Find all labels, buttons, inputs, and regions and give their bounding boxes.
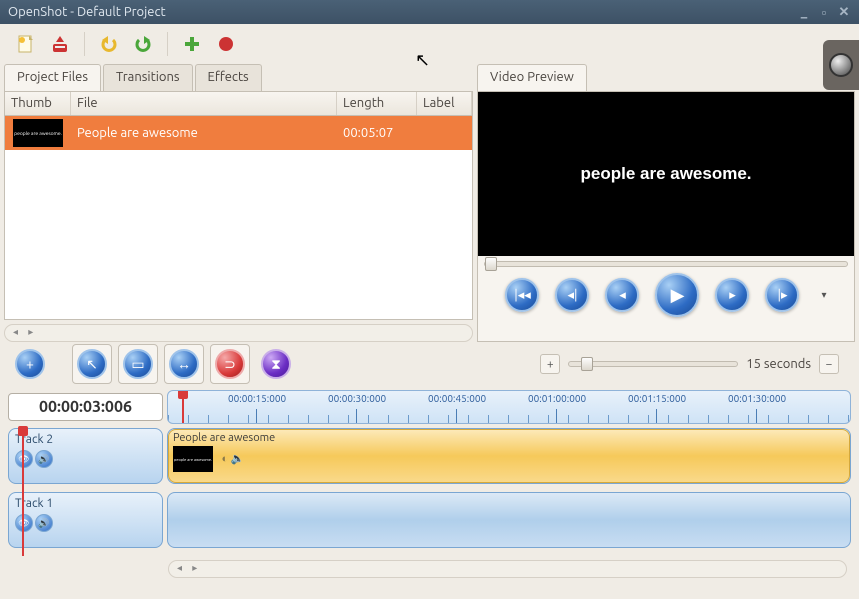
timeline-ruler[interactable]: 00:00:15:000 00:00:30:000 00:00:45:000 00:0… bbox=[167, 390, 851, 424]
timeline-scrollbar[interactable] bbox=[168, 560, 847, 578]
seek-start-button[interactable]: |◂◂ bbox=[505, 278, 539, 312]
import-file-button[interactable] bbox=[46, 31, 74, 57]
redo-button[interactable] bbox=[129, 31, 157, 57]
track-name: Track 1 bbox=[15, 497, 156, 510]
play-button[interactable]: ▶ bbox=[655, 273, 699, 317]
clip-effects-icons: ◐ 🔈 bbox=[222, 452, 245, 465]
marker-tool[interactable]: ⧗ bbox=[256, 344, 296, 384]
file-name: People are awesome bbox=[71, 126, 337, 140]
new-project-button[interactable] bbox=[12, 31, 40, 57]
undo-button[interactable] bbox=[95, 31, 123, 57]
files-scrollbar[interactable] bbox=[4, 324, 473, 342]
seek-end-button[interactable]: |▸ bbox=[765, 278, 799, 312]
playhead[interactable] bbox=[22, 428, 24, 556]
tab-video-preview[interactable]: Video Preview bbox=[477, 64, 587, 91]
file-row[interactable]: people are awesome. People are awesome 0… bbox=[5, 116, 472, 150]
prev-frame-button[interactable]: ◂| bbox=[555, 278, 589, 312]
maximize-button[interactable]: ▫ bbox=[817, 5, 831, 19]
track-lane-1[interactable] bbox=[167, 492, 851, 548]
record-button[interactable] bbox=[212, 31, 240, 57]
snap-tool[interactable]: ⊃ bbox=[210, 344, 250, 384]
clip-title: People are awesome bbox=[173, 432, 845, 444]
current-time: 00:00:03:006 bbox=[8, 393, 163, 421]
fast-forward-button[interactable]: ▸ bbox=[715, 278, 749, 312]
ruler-tick: 00:01:15:000 bbox=[628, 393, 686, 404]
track-name: Track 2 bbox=[15, 433, 156, 446]
ruler-tick: 00:00:15:000 bbox=[228, 393, 286, 404]
razor-tool[interactable]: ▭ bbox=[118, 344, 158, 384]
zoom-out-button[interactable]: − bbox=[819, 354, 839, 374]
add-track-button[interactable]: + bbox=[10, 344, 50, 384]
ruler-tick: 00:00:45:000 bbox=[428, 393, 486, 404]
tab-project-files[interactable]: Project Files bbox=[4, 64, 101, 91]
ruler-tick: 00:01:30:000 bbox=[728, 393, 786, 404]
window-title: OpenShot - Default Project bbox=[8, 5, 166, 19]
clip-people-are-awesome[interactable]: People are awesome people are awesome. ◐… bbox=[168, 429, 850, 483]
ruler-tick: 00:01:00:000 bbox=[528, 393, 586, 404]
ruler-tick: 00:00:30:000 bbox=[328, 393, 386, 404]
zoom-slider[interactable] bbox=[568, 361, 738, 367]
col-file[interactable]: File bbox=[71, 92, 337, 115]
col-label[interactable]: Label bbox=[417, 92, 472, 115]
track-audio-icon[interactable]: 🔊 bbox=[35, 514, 53, 532]
pointer-tool[interactable]: ↖ bbox=[72, 344, 112, 384]
zoom-in-button[interactable]: + bbox=[540, 354, 560, 374]
track-lane-2[interactable]: People are awesome people are awesome. ◐… bbox=[167, 428, 851, 484]
zoom-label: 15 seconds bbox=[746, 357, 811, 371]
track-header-1[interactable]: Track 1 👁 🔊 bbox=[8, 492, 163, 548]
file-thumb: people are awesome. bbox=[13, 119, 63, 147]
tab-effects[interactable]: Effects bbox=[195, 64, 262, 91]
side-widget[interactable] bbox=[823, 40, 859, 90]
file-length: 00:05:07 bbox=[337, 126, 417, 140]
seek-thumb[interactable] bbox=[485, 257, 497, 271]
preview-seek-slider[interactable] bbox=[478, 256, 854, 272]
track-audio-icon[interactable]: 🔊 bbox=[35, 450, 53, 468]
clip-thumb: people are awesome. bbox=[173, 446, 213, 472]
add-button[interactable] bbox=[178, 31, 206, 57]
track-visible-icon[interactable]: 👁 bbox=[15, 450, 33, 468]
rewind-button[interactable]: ◂ bbox=[605, 278, 639, 312]
track-header-2[interactable]: Track 2 👁 🔊 bbox=[8, 428, 163, 484]
track-visible-icon[interactable]: 👁 bbox=[15, 514, 33, 532]
preview-options-dropdown[interactable]: ▾ bbox=[821, 289, 826, 301]
tab-transitions[interactable]: Transitions bbox=[103, 64, 193, 91]
resize-tool[interactable]: ↔ bbox=[164, 344, 204, 384]
video-canvas: people are awesome. bbox=[478, 92, 854, 256]
col-length[interactable]: Length bbox=[337, 92, 417, 115]
zoom-thumb[interactable] bbox=[581, 357, 593, 371]
close-button[interactable]: ✕ bbox=[837, 5, 851, 19]
lens-icon bbox=[829, 53, 853, 77]
col-thumb[interactable]: Thumb bbox=[5, 92, 71, 115]
minimize-button[interactable]: _ bbox=[797, 5, 811, 19]
